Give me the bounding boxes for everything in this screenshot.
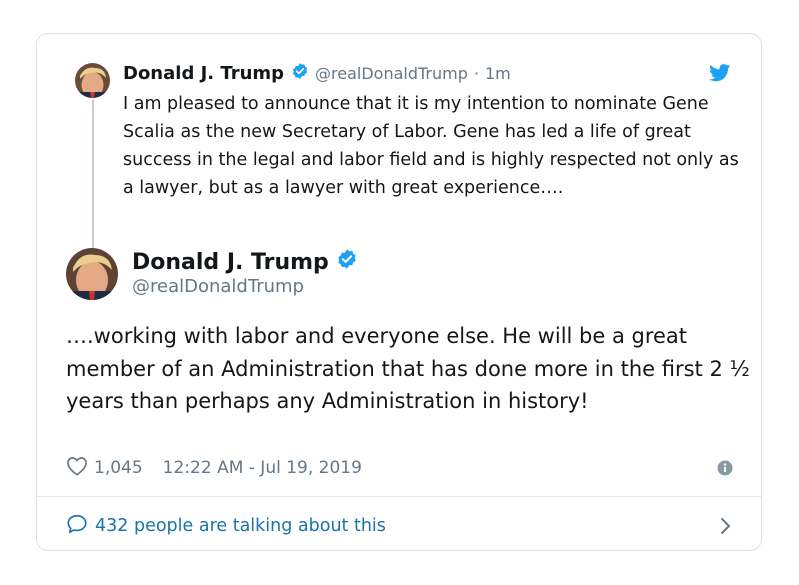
like-count: 1,045 (94, 458, 143, 478)
footer-divider (37, 496, 761, 497)
parent-tweet-text: I am pleased to announce that it is my i… (123, 94, 739, 198)
chevron-right-icon[interactable] (719, 516, 740, 541)
parent-tweet-time[interactable]: 1m (485, 64, 511, 83)
parent-tweet-header: Donald J. Trump @realDonaldTrump · 1m (123, 62, 511, 84)
verified-badge-icon (336, 248, 358, 276)
tweet-timestamp[interactable]: 12:22 AM - Jul 19, 2019 (163, 458, 362, 478)
main-author-name-row: Donald J. Trump (132, 248, 358, 276)
main-author-handle[interactable]: @realDonaldTrump (132, 276, 304, 297)
parent-avatar[interactable] (75, 63, 110, 98)
parent-author-name[interactable]: Donald J. Trump (123, 63, 284, 84)
conversation-link[interactable]: 432 people are talking about this (66, 512, 736, 540)
conversation-text: 432 people are talking about this (95, 516, 386, 536)
main-tweet-text: ….working with labor and everyone else. … (66, 324, 750, 413)
main-author-name[interactable]: Donald J. Trump (132, 250, 329, 275)
parent-author-handle[interactable]: @realDonaldTrump (315, 64, 468, 83)
like-button[interactable]: 1,045 (66, 456, 143, 481)
main-avatar[interactable] (66, 248, 118, 300)
twitter-bird-icon[interactable] (709, 64, 731, 82)
info-icon[interactable] (717, 460, 733, 481)
heart-icon (66, 456, 94, 481)
tweet-meta-row: 1,045 12:22 AM - Jul 19, 2019 (66, 454, 733, 482)
embedded-tweet-card: Donald J. Trump @realDonaldTrump · 1m I … (36, 33, 762, 551)
verified-badge-icon (291, 62, 309, 84)
separator-dot: · (473, 63, 479, 83)
speech-bubble-icon (66, 513, 95, 540)
